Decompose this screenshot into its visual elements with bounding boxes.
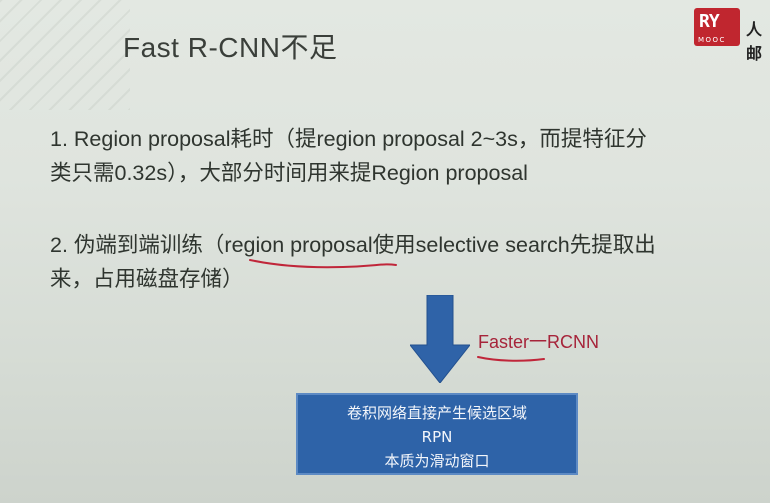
rpn-box-line-3: 本质为滑动窗口 xyxy=(384,452,490,470)
handwritten-underline xyxy=(249,259,397,269)
faster-rcnn-annotation: Faster一RCNN xyxy=(478,332,600,352)
slide-title: Fast R-CNN不足 xyxy=(123,32,338,63)
point-2: 2. 伪端到端训练（region proposal使用selective sea… xyxy=(50,228,750,296)
logo-text: 人邮 xyxy=(746,20,763,63)
logo-icon: RY MOOC xyxy=(694,8,740,46)
point-1-line-2: 类只需0.32s），大部分时间用来提Region proposal xyxy=(50,161,528,185)
down-arrow-icon xyxy=(410,295,470,383)
logo-mark-text: RY xyxy=(699,11,720,32)
point-1-line-1: 1. Region proposal耗时（提region proposal 2~… xyxy=(50,127,647,151)
annotation-underline xyxy=(477,356,545,362)
slide: RY MOOC 人邮 Fast R-CNN不足 1. Region propos… xyxy=(0,0,770,503)
rpn-box-line-2: RPN xyxy=(421,428,453,446)
point-1: 1. Region proposal耗时（提region proposal 2~… xyxy=(50,122,750,190)
logo-sub-text: MOOC xyxy=(698,36,726,44)
point-2-line-1: 2. 伪端到端训练（region proposal使用selective sea… xyxy=(50,233,656,257)
rpn-box-line-1: 卷积网络直接产生候选区域 xyxy=(346,404,527,422)
logo: RY MOOC 人邮 xyxy=(694,8,770,63)
point-2-line-2: 来，占用磁盘存储） xyxy=(50,267,244,291)
rpn-box: 卷积网络直接产生候选区域 RPN 本质为滑动窗口 xyxy=(296,393,578,475)
